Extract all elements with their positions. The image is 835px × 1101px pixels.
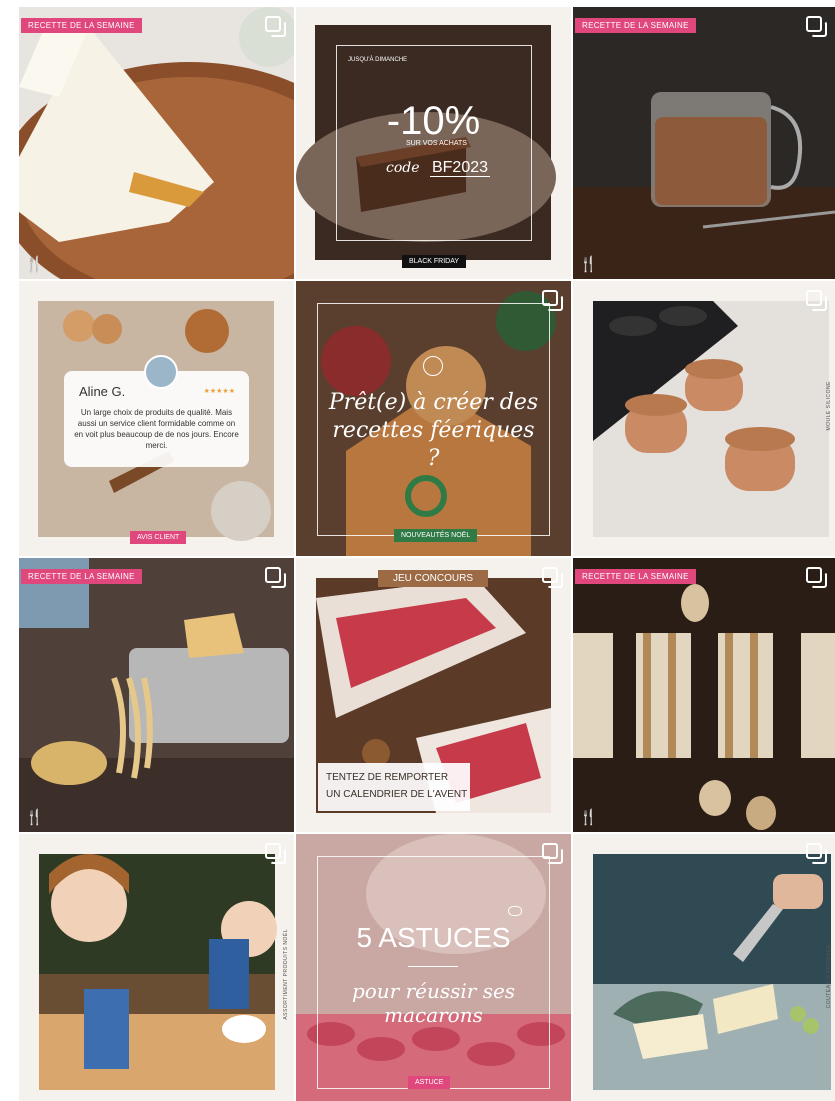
side-label: COUTEAU À FROMAGE [826,944,832,1009]
contest-tag: JEU CONCOURS [378,570,488,587]
cheese-photo [593,854,831,1090]
recipe-badge: RECETTE DE LA SEMAINE [21,569,142,584]
code-label: code [386,160,420,176]
multiple-images-icon [265,16,286,37]
contest-line-1: TENTEZ DE REMPORTER [326,772,449,783]
contest-line-2: UN CALENDRIER DE L'AVENT [326,789,468,800]
recipe-badge: RECETTE DE LA SEMAINE [21,18,142,33]
promo-code: BF2023 [429,159,491,177]
multiple-images-icon [806,290,827,311]
post-tile-7[interactable]: RECETTE DE LA SEMAINE 🍴 [19,558,294,832]
tips-divider [408,966,458,967]
yule-log-photo [19,7,294,279]
pasta-photo [19,558,294,832]
contest-text-box: TENTEZ DE REMPORTER UN CALENDRIER DE L'A… [318,763,470,811]
hot-chocolate-photo [573,7,835,279]
post-tile-4[interactable]: Aline G. ★★★★★ Un large choix de produit… [19,281,294,556]
christmas-news-tag: NOUVEAUTÉS NOËL [394,529,478,542]
macaron-icon [508,906,522,916]
black-friday-tag: BLACK FRIDAY [402,255,467,268]
multiple-images-icon [806,843,827,864]
tips-frame [317,856,550,1089]
rating-stars: ★★★★★ [203,387,235,395]
mousse-cakes-photo [593,301,829,537]
utensils-icon: 🍴 [579,808,598,826]
post-tile-10[interactable]: ASSORTIMENT PRODUITS NOËL [19,834,294,1101]
recipe-badge: RECETTE DE LA SEMAINE [575,569,696,584]
multiple-images-icon [542,290,563,311]
tips-subtitle: pour réussir ses macarons [351,979,516,1027]
post-tile-5[interactable]: Prêt(e) à créer des recettes féeriques ?… [296,281,571,556]
tip-tag: ASTUCE [408,1076,451,1089]
reviewer-name: Aline G. [79,384,126,399]
post-tile-6[interactable]: MOULE SILICONE [573,281,835,556]
post-tile-8[interactable]: JEU CONCOURS TENTEZ DE REMPORTER UN CALE… [296,558,571,832]
post-tile-9[interactable]: RECETTE DE LA SEMAINE 🍴 [573,558,835,832]
post-tile-3[interactable]: RECETTE DE LA SEMAINE 🍴 [573,7,835,279]
post-tile-12[interactable]: COUTEAU À FROMAGE [573,834,835,1101]
side-label: ASSORTIMENT PRODUITS NOËL [283,929,289,1020]
multiple-images-icon [806,16,827,37]
avatar [144,355,178,389]
side-label: MOULE SILICONE [826,381,832,431]
multiple-images-icon [265,567,286,588]
santa-icon [423,356,443,376]
utensils-icon: 🍴 [579,255,598,273]
review-text: Un large choix de produits de qualité. M… [74,408,239,450]
post-tile-1[interactable]: RECETTE DE LA SEMAINE 🍴 [19,7,294,279]
layer-cake-bars-photo [573,558,835,832]
headline: Prêt(e) à créer des recettes féeriques ? [328,390,539,471]
promo-code-row: code BF2023 [386,159,491,177]
review-tag: AVIS CLIENT [130,531,187,544]
post-tile-11[interactable]: 5 ASTUCES pour réussir ses macarons ASTU… [296,834,571,1101]
promo-until: JUSQU'À DIMANCHE [348,57,408,63]
recipe-badge: RECETTE DE LA SEMAINE [575,18,696,33]
multiple-images-icon [542,567,563,588]
multiple-images-icon [542,843,563,864]
promo-subtitle: SUR VOS ACHATS [406,140,467,147]
utensils-icon: 🍴 [25,255,44,273]
multiple-images-icon [265,843,286,864]
multiple-images-icon [806,567,827,588]
promo-percent: -10% [386,99,481,143]
family-christmas-photo [39,854,277,1090]
post-grid: RECETTE DE LA SEMAINE 🍴 JUSQU'À DIMANCHE… [0,0,835,1101]
tips-title: 5 ASTUCES [356,922,511,953]
utensils-icon: 🍴 [25,808,44,826]
post-tile-2[interactable]: JUSQU'À DIMANCHE -10% SUR VOS ACHATS cod… [296,7,571,279]
